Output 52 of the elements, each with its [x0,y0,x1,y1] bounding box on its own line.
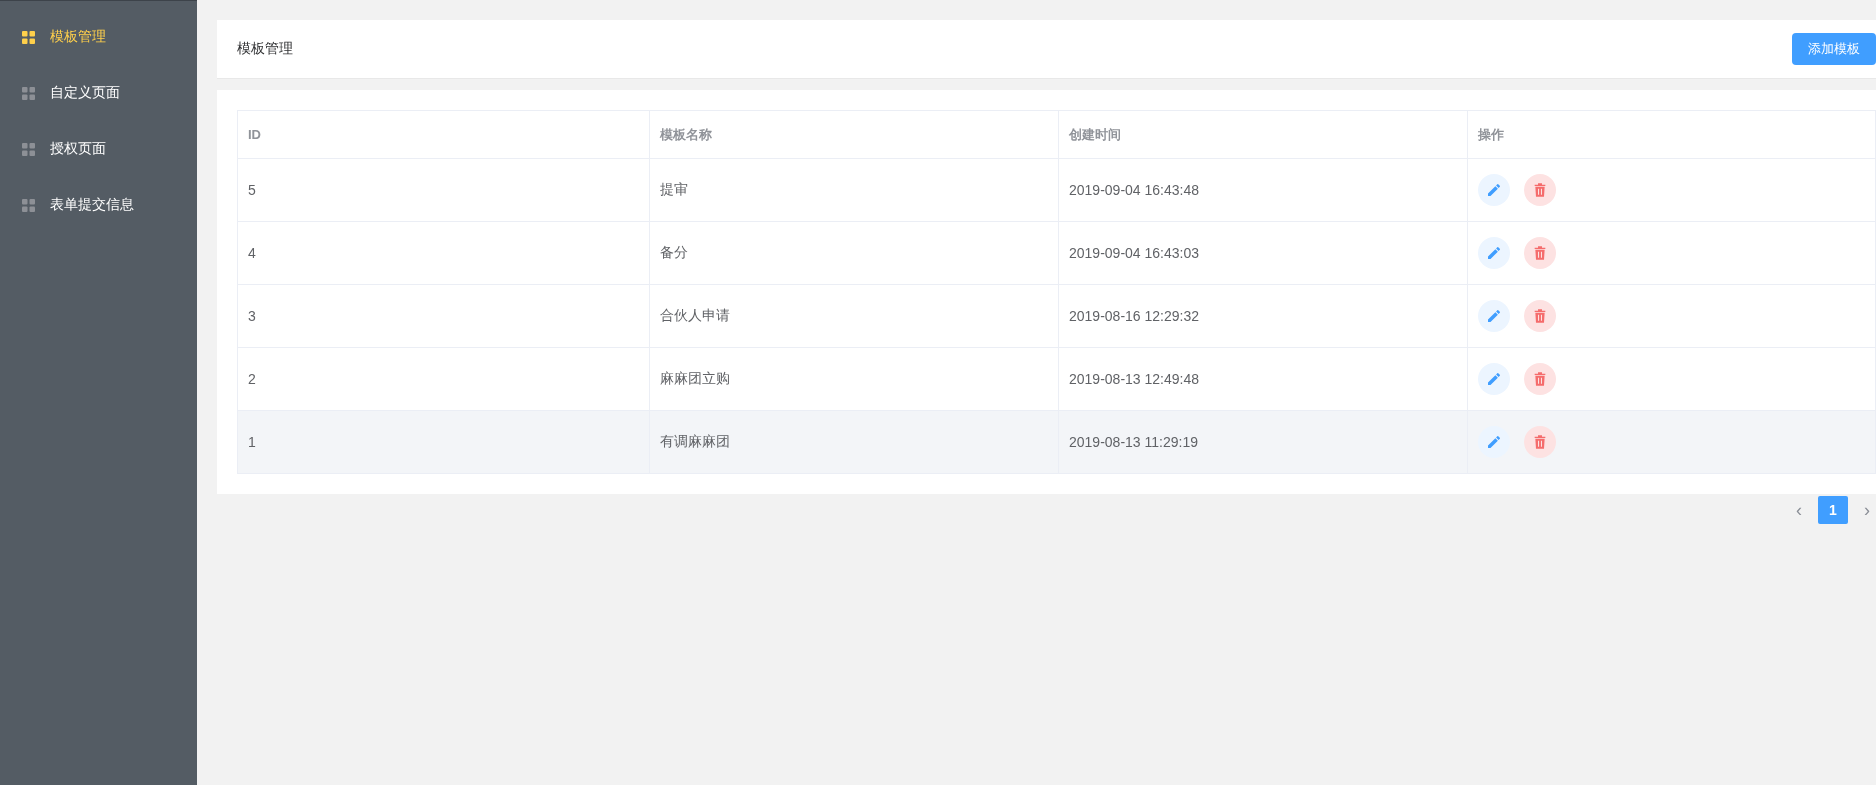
table-cell: 5 [237,158,650,222]
grid-icon [22,198,35,212]
trash-icon [1532,182,1548,198]
table-cell: 麻麻团立购 [649,347,1059,411]
grid-icon [22,30,35,44]
pencil-icon [1486,182,1502,198]
table-cell: 2019-08-13 12:49:48 [1058,347,1468,411]
sidebar-item[interactable]: 表单提交信息 [0,177,197,233]
pencil-icon [1486,245,1502,261]
edit-button[interactable] [1478,426,1510,458]
edit-button[interactable] [1478,363,1510,395]
delete-button[interactable] [1524,300,1556,332]
table-cell: 1 [237,410,650,474]
column-header: ID [237,110,650,159]
trash-icon [1532,434,1548,450]
table-cell: 合伙人申请 [649,284,1059,348]
sidebar-item[interactable]: 授权页面 [0,121,197,177]
table-cell: 有调麻麻团 [649,410,1059,474]
pencil-icon [1486,371,1502,387]
table-cell: 2019-09-04 16:43:03 [1058,221,1468,285]
sidebar-item[interactable]: 自定义页面 [0,65,197,121]
pencil-icon [1486,308,1502,324]
column-header: 操作 [1467,110,1876,159]
next-page-button[interactable]: › [1852,496,1876,524]
edit-button[interactable] [1478,174,1510,206]
table-cell: 4 [237,221,650,285]
edit-button[interactable] [1478,237,1510,269]
column-header: 模板名称 [649,110,1059,159]
sidebar-item[interactable]: 模板管理 [0,9,197,65]
table-cell: 2 [237,347,650,411]
trash-icon [1532,245,1548,261]
pencil-icon [1486,434,1502,450]
table-cell: 2019-08-16 12:29:32 [1058,284,1468,348]
delete-button[interactable] [1524,363,1556,395]
page-button[interactable]: 1 [1818,496,1848,524]
delete-button[interactable] [1524,237,1556,269]
page-title: 模板管理 [237,40,293,58]
delete-button[interactable] [1524,174,1556,206]
table-cell: 2019-08-13 11:29:19 [1058,410,1468,474]
previous-page-button[interactable]: ‹ [1784,496,1814,524]
column-header: 创建时间 [1058,110,1468,159]
trash-icon [1532,371,1548,387]
trash-icon [1532,308,1548,324]
table-cell: 提审 [649,158,1059,222]
grid-icon [22,142,35,156]
delete-button[interactable] [1524,426,1556,458]
edit-button[interactable] [1478,300,1510,332]
table-cell: 备分 [649,221,1059,285]
add-template-button[interactable]: 添加模板 [1792,33,1876,65]
table-cell: 2019-09-04 16:43:48 [1058,158,1468,222]
grid-icon [22,86,35,100]
table-cell: 3 [237,284,650,348]
